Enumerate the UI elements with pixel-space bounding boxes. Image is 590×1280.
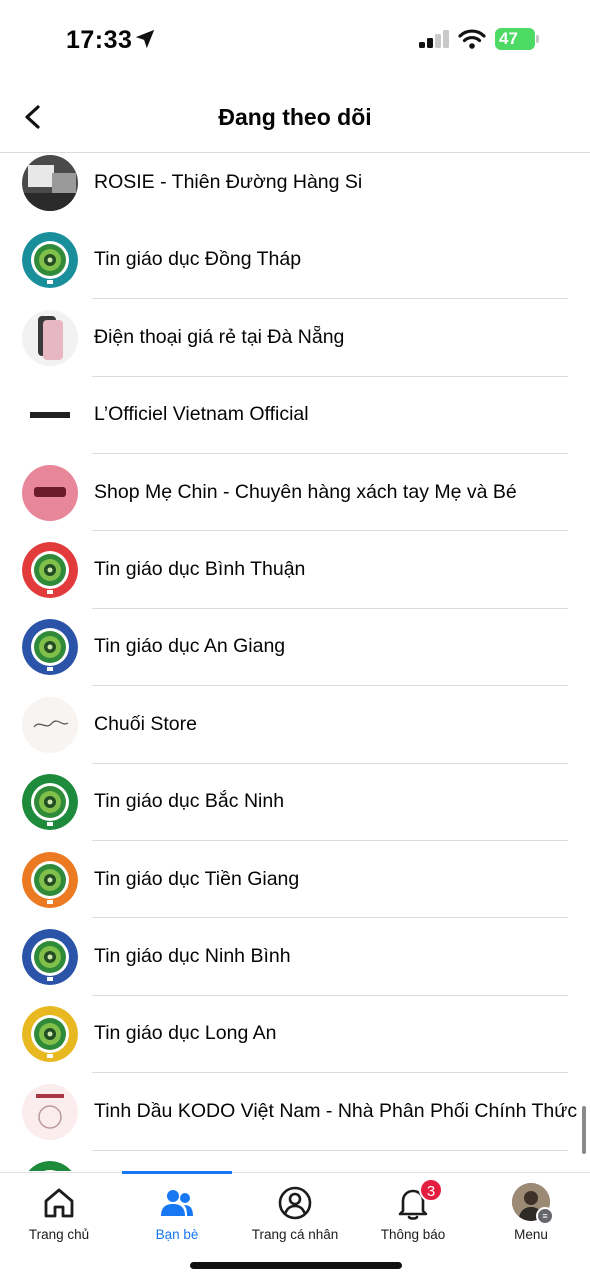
list-item[interactable]: Shop Mẹ Chin - Chuyên hàng xách tay Mẹ v…: [0, 454, 590, 532]
page-avatar: [22, 774, 78, 831]
page-avatar: [22, 232, 78, 289]
page-avatar: [22, 542, 78, 598]
status-time: 17:33: [66, 26, 133, 54]
list-item[interactable]: Tin giáo dục Bình Thuận: [0, 531, 590, 609]
page-avatar: [22, 851, 78, 908]
tab-menu[interactable]: ≡ Menu: [472, 1181, 590, 1251]
page-name: L’Officiel Vietnam Official: [94, 403, 309, 426]
battery-icon: 47: [495, 28, 539, 50]
page-name: Tinh Dầu KODO Việt Nam - Nhà Phân Phối C…: [94, 1099, 578, 1122]
page-avatar: [22, 1006, 78, 1063]
page-avatar: [22, 1161, 78, 1171]
tab-notifications-label: Thông báo: [380, 1227, 446, 1242]
home-indicator: [190, 1262, 402, 1269]
friends-icon: [161, 1190, 193, 1216]
cellular-signal-icon: [419, 30, 449, 48]
tab-friends-label: Bạn bè: [155, 1227, 199, 1242]
scrollbar[interactable]: [582, 1106, 586, 1154]
list-item[interactable]: Tin giáo dục Ninh Bình: [0, 918, 590, 996]
tab-notifications[interactable]: 3 Thông báo: [354, 1178, 472, 1251]
tab-friends[interactable]: Bạn bè: [118, 1181, 236, 1251]
notification-badge: 3: [419, 1178, 443, 1202]
page-avatar: [22, 309, 78, 366]
page-avatar: [22, 619, 78, 676]
page-name: Tin giáo dục An Giang: [94, 635, 286, 658]
list-item[interactable]: [0, 1150, 590, 1171]
page-name: Tin giáo dục Tiền Giang: [94, 867, 300, 890]
page-avatar: [22, 696, 78, 753]
active-tab-indicator: [122, 1171, 232, 1174]
list-item[interactable]: Tin giáo dục Tiền Giang: [0, 841, 590, 919]
home-icon: [44, 1188, 74, 1218]
page-title: Đang theo dõi: [218, 104, 372, 130]
menu-lines-icon: ≡: [536, 1207, 554, 1225]
battery-level: 47: [495, 28, 535, 50]
menu-avatar: ≡: [512, 1183, 554, 1225]
list-item[interactable]: Tin giáo dục Đồng Tháp: [0, 221, 590, 300]
page-avatar: [22, 155, 78, 211]
list-item[interactable]: L’Officiel Vietnam Official: [0, 376, 590, 455]
page-name: Tin giáo dục Bình Thuận: [94, 558, 306, 580]
wifi-icon: [458, 29, 486, 49]
list-item[interactable]: Tin giáo dục An Giang: [0, 608, 590, 687]
tab-home[interactable]: Trang chủ: [0, 1181, 118, 1251]
page-name: ROSIE - Thiên Đường Hàng Si: [94, 171, 363, 193]
following-list: ROSIE - Thiên Đường Hàng Si Tin giáo dục…: [0, 153, 590, 1171]
list-item[interactable]: Tin giáo dục Long An: [0, 995, 590, 1074]
tab-profile-label: Trang cá nhân: [251, 1227, 339, 1242]
header: Đang theo dõi: [0, 80, 590, 153]
list-item[interactable]: Tin giáo dục Bắc Ninh: [0, 763, 590, 842]
page-avatar: [22, 464, 78, 521]
page-avatar: [22, 387, 78, 444]
page-name: Điện thoại giá rẻ tại Đà Nẵng: [94, 325, 345, 348]
page-name: Tin giáo dục Ninh Bình: [94, 945, 291, 967]
list-item[interactable]: Tinh Dầu KODO Việt Nam - Nhà Phân Phối C…: [0, 1073, 590, 1151]
tab-profile[interactable]: Trang cá nhân: [236, 1181, 354, 1251]
profile-icon: [278, 1186, 312, 1220]
status-bar: 17:33 47: [0, 0, 590, 80]
list-item[interactable]: Điện thoại giá rẻ tại Đà Nẵng: [0, 299, 590, 377]
page-name: Tin giáo dục Long An: [94, 1022, 277, 1045]
list-item[interactable]: Chuối Store: [0, 686, 590, 764]
page-name: Tin giáo dục Đồng Tháp: [94, 248, 302, 271]
page-avatar: [22, 1083, 78, 1140]
tab-menu-label: Menu: [514, 1227, 548, 1242]
location-arrow-icon: [135, 29, 155, 49]
page-avatar: [22, 929, 78, 985]
page-name: Chuối Store: [94, 712, 197, 735]
page-name: Shop Mẹ Chin - Chuyên hàng xách tay Mẹ v…: [94, 480, 517, 503]
tab-home-label: Trang chủ: [28, 1227, 90, 1242]
page-name: Tin giáo dục Bắc Ninh: [94, 790, 285, 813]
list-item[interactable]: ROSIE - Thiên Đường Hàng Si: [0, 153, 590, 221]
battery-tip: [536, 35, 539, 43]
